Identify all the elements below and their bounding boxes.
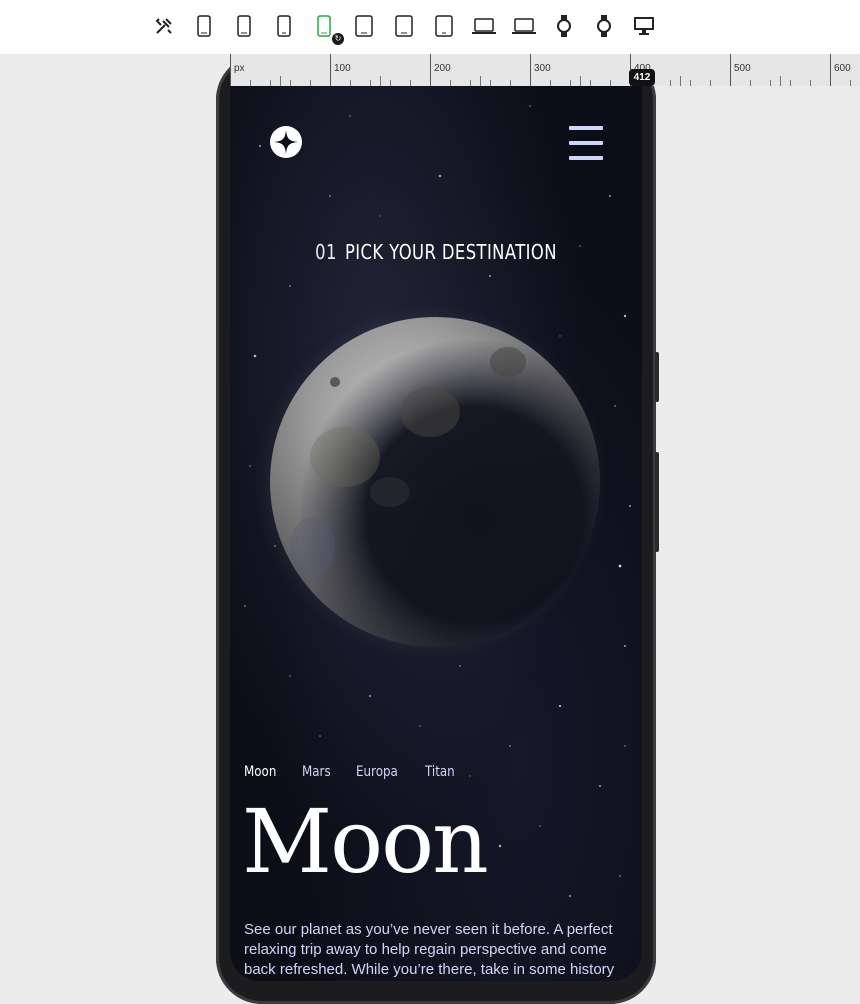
viewport-width-badge[interactable]: 412 (629, 69, 655, 86)
desktop-icon[interactable] (630, 12, 658, 40)
ruler-label: 200 (434, 63, 451, 74)
tab-titan[interactable]: Titan (425, 764, 455, 780)
destination-description: See our planet as you’ve never seen it b… (244, 921, 615, 978)
page-heading: 01 PICK YOUR DESTINATION (267, 240, 605, 264)
phone-icon[interactable] (190, 12, 218, 40)
destination-title: Moon (242, 790, 489, 893)
laptop-icon[interactable] (510, 12, 538, 40)
ruler-label: 500 (734, 63, 751, 74)
star-logo-icon[interactable] (270, 126, 302, 158)
ruler-label: 100 (334, 63, 351, 74)
device-toolbar: ↻ (0, 0, 860, 54)
phone-screen: 01 PICK YOUR DESTINATION Moon Mars Europa… (230, 86, 642, 981)
phone-icon[interactable] (270, 12, 298, 40)
pixel-ruler: px 100 200 300 400 500 600 (230, 54, 860, 86)
tab-europa[interactable]: Europa (356, 764, 398, 780)
watch-icon[interactable] (590, 12, 618, 40)
tablet-icon[interactable] (390, 12, 418, 40)
laptop-icon[interactable] (470, 12, 498, 40)
tab-mars[interactable]: Mars (302, 764, 331, 780)
heading-text: PICK YOUR DESTINATION (344, 240, 557, 264)
tablet-icon[interactable] (430, 12, 458, 40)
ruler-label: 300 (534, 63, 551, 74)
phone-side-button (655, 452, 659, 552)
hamburger-menu-icon[interactable] (569, 125, 603, 161)
phone-side-button (655, 352, 659, 402)
destination-tabs: Moon Mars Europa Titan (244, 764, 460, 780)
phone-icon[interactable] (230, 12, 258, 40)
ruler-unit-label: px (234, 63, 245, 74)
moon-image (270, 317, 600, 647)
ruler-label: 600 (834, 63, 851, 74)
heading-number: 01 (315, 240, 337, 264)
tablet-icon[interactable] (350, 12, 378, 40)
tab-moon[interactable]: Moon (244, 764, 276, 780)
watch-icon[interactable] (550, 12, 578, 40)
tools-icon[interactable] (150, 12, 178, 40)
rotate-icon[interactable]: ↻ (332, 33, 344, 45)
